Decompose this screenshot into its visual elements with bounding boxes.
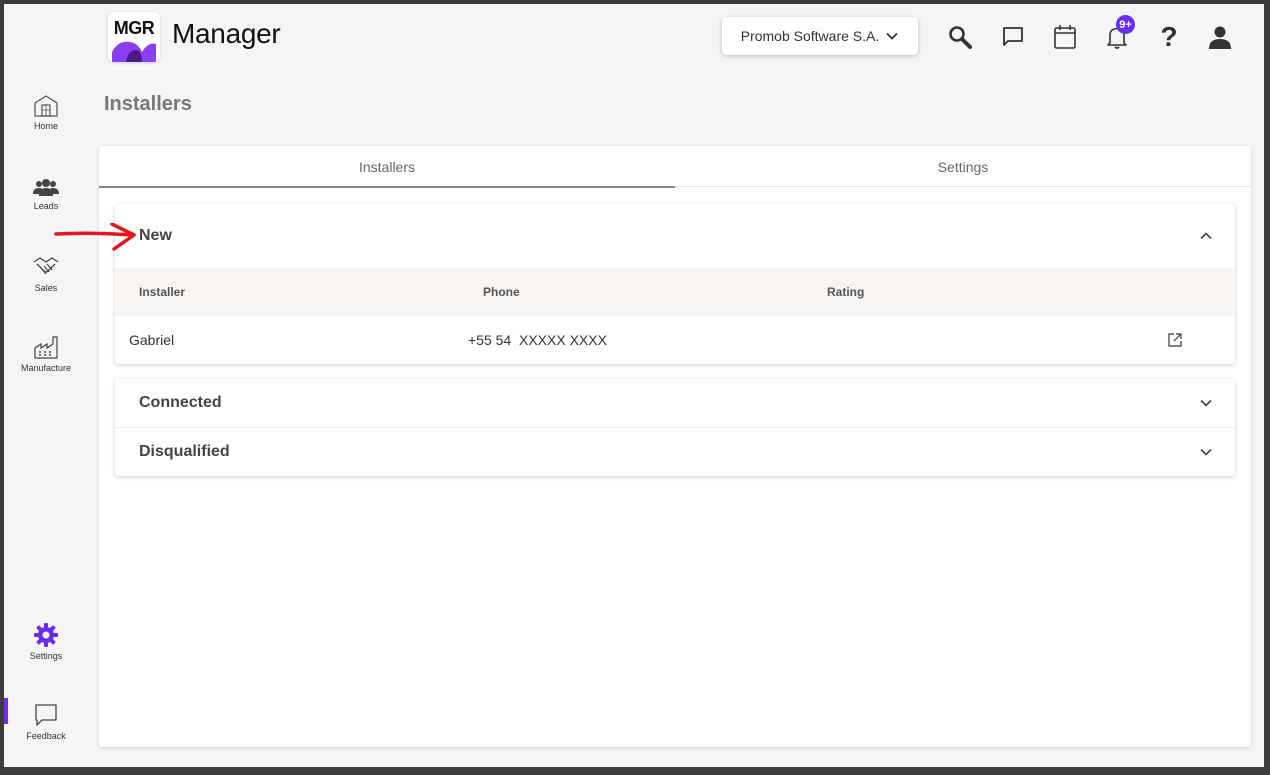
app-window: MGR Manager Promob Software S.A. 9+ ? Ho… xyxy=(4,4,1264,767)
search-button[interactable] xyxy=(945,22,975,52)
tab-installers[interactable]: Installers xyxy=(99,146,675,188)
notifications-badge: 9+ xyxy=(1116,15,1135,34)
sidebar-item-label: Feedback xyxy=(26,731,66,741)
section-title: Connected xyxy=(139,394,222,411)
sidebar-item-leads[interactable]: Leads xyxy=(4,178,88,211)
factory-icon xyxy=(34,336,58,359)
installer-phone: +55 54 XXXXX XXXX xyxy=(468,332,607,348)
page-title: Installers xyxy=(104,93,192,115)
sidebar-item-label: Manufacture xyxy=(20,363,72,373)
notifications-button[interactable]: 9+ xyxy=(1102,15,1135,52)
top-bar: MGR Manager Promob Software S.A. 9+ ? xyxy=(4,4,1264,76)
app-title: Manager xyxy=(172,18,281,49)
column-header-phone: Phone xyxy=(483,285,520,299)
sidebar-item-label: Home xyxy=(33,121,58,131)
open-external-icon[interactable] xyxy=(1167,332,1183,348)
user-icon xyxy=(1209,26,1231,49)
installer-name: Gabriel xyxy=(129,332,175,348)
column-header-installer: Installer xyxy=(139,285,186,299)
company-selector-label: Promob Software S.A. xyxy=(740,28,880,44)
sidebar-item-settings[interactable]: Settings xyxy=(4,622,88,661)
table-row[interactable]: Gabriel +55 54 XXXXX XXXX xyxy=(115,316,1235,364)
sidebar-item-feedback[interactable]: Feedback xyxy=(4,702,88,741)
sidebar-item-label: Leads xyxy=(33,201,59,211)
tab-settings[interactable]: Settings xyxy=(675,146,1251,187)
section-title: New xyxy=(139,227,172,244)
chevron-up-icon[interactable] xyxy=(1199,229,1213,243)
people-icon xyxy=(33,179,59,196)
chat-icon xyxy=(1003,27,1023,46)
feedback-icon xyxy=(35,704,57,726)
calendar-button[interactable] xyxy=(1050,22,1080,52)
gear-icon xyxy=(34,623,58,647)
search-icon xyxy=(949,26,972,49)
section-connected-header[interactable]: Connected xyxy=(115,379,1235,427)
tab-bar: Installers Settings xyxy=(99,146,1251,188)
sidebar-item-sales[interactable]: Sales xyxy=(4,254,88,293)
messages-button[interactable] xyxy=(998,22,1028,52)
home-icon xyxy=(34,95,58,117)
chevron-down-icon[interactable] xyxy=(1199,396,1213,410)
help-button[interactable]: ? xyxy=(1154,21,1184,52)
sidebar-item-label: Sales xyxy=(34,283,58,293)
section-title: Disqualified xyxy=(139,442,230,460)
collapsed-sections: Connected Disqualified xyxy=(115,379,1235,476)
company-selector[interactable]: Promob Software S.A. xyxy=(722,17,918,55)
app-logo[interactable]: MGR xyxy=(108,12,160,62)
profile-button[interactable] xyxy=(1205,22,1235,52)
chevron-down-icon xyxy=(886,32,898,40)
section-new: New Installer Phone Rating Gabriel +55 5… xyxy=(115,204,1235,364)
sidebar: Home Leads Sales Manufacture Settings Fe… xyxy=(4,76,100,766)
sidebar-item-home[interactable]: Home xyxy=(4,94,88,131)
handshake-icon xyxy=(33,257,59,275)
help-icon: ? xyxy=(1160,21,1178,52)
column-header-rating: Rating xyxy=(827,285,865,299)
chevron-down-icon[interactable] xyxy=(1199,445,1213,459)
sidebar-item-label: Settings xyxy=(29,651,63,661)
installers-card: Installers Settings New Installer Phone … xyxy=(99,146,1251,747)
sidebar-item-manufacture[interactable]: Manufacture xyxy=(4,334,88,373)
table-header: Installer Phone Rating xyxy=(115,268,1235,316)
annotation-arrow-icon xyxy=(54,223,136,251)
section-disqualified-header[interactable]: Disqualified xyxy=(115,427,1235,475)
calendar-icon xyxy=(1054,25,1076,49)
logo-text: MGR xyxy=(113,18,155,38)
section-new-header[interactable]: New xyxy=(115,204,1235,268)
